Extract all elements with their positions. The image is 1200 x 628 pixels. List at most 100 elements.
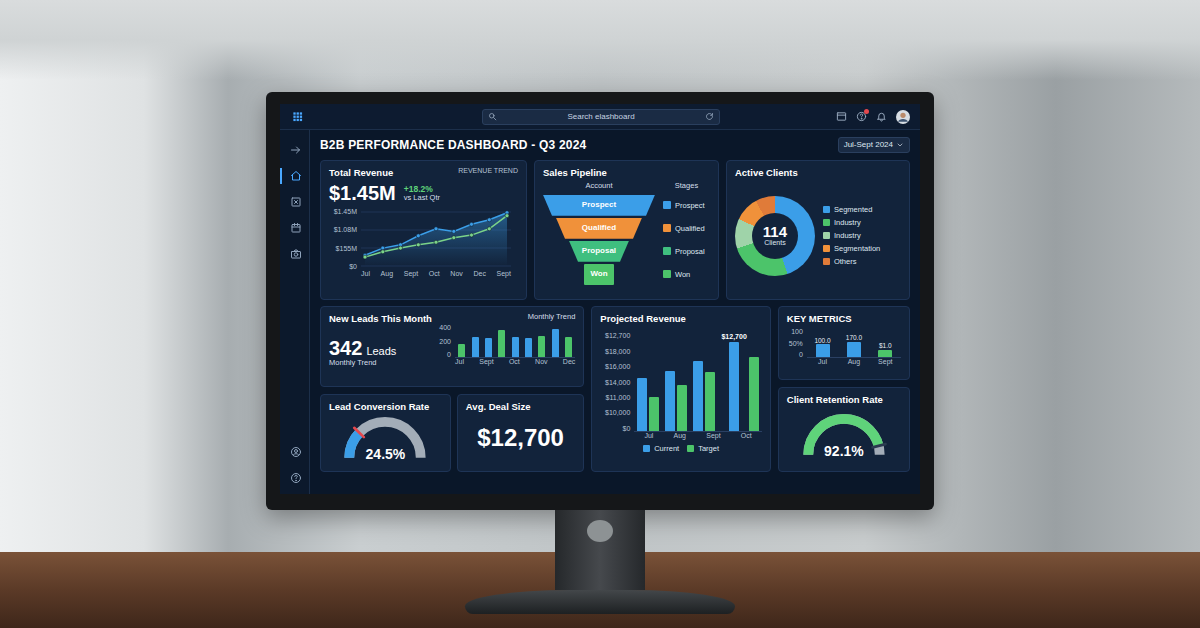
deal-card: Avg. Deal Size$12,700 xyxy=(457,394,584,472)
bar xyxy=(538,336,545,357)
bar-area: $12,700 xyxy=(634,332,762,432)
bell-button[interactable] xyxy=(876,111,887,122)
search-box[interactable] xyxy=(482,109,720,125)
y-tick: 400 xyxy=(439,324,451,332)
dashboard-screen: B2B PERFORMANCE DASHBOARD - Q3 2024Jul-S… xyxy=(280,104,920,494)
donut-chart: 114Clients xyxy=(735,196,815,276)
legend-item: Proposal xyxy=(663,241,705,262)
y-axis: 4002000 xyxy=(437,324,451,358)
top-row: Total RevenueREVENUE TREND$1.45M+18.2%vs… xyxy=(320,160,910,300)
y-tick: $12,700 xyxy=(605,332,630,340)
bar-column xyxy=(693,361,703,432)
sidebar-item[interactable] xyxy=(280,220,310,236)
y-tick: $11,000 xyxy=(606,394,631,402)
bar-area xyxy=(455,324,575,358)
search-input[interactable] xyxy=(501,111,701,123)
y-tick: $0 xyxy=(349,263,357,271)
card-title: Sales Pipeline xyxy=(543,167,710,178)
date-range-dropdown[interactable]: Jul-Sept 2024 xyxy=(838,137,910,153)
legend-label: Industry xyxy=(834,218,861,227)
sidebar-item[interactable] xyxy=(280,194,310,210)
leads-value-row: 342Leads xyxy=(329,337,429,360)
card-header: Total Revenue REVENUE TREND xyxy=(329,167,518,178)
legend-swatch xyxy=(663,270,671,278)
bar xyxy=(693,361,703,432)
top-bar-left xyxy=(292,111,482,122)
lower-rows: New Leads This MonthMonthly Trend342Lead… xyxy=(320,306,910,472)
legend-swatch xyxy=(823,219,830,226)
y-tick: $10,000 xyxy=(605,409,630,417)
top-bar xyxy=(280,104,920,130)
leads-body: 342LeadsMonthly Trend4002000JulSeptOctNo… xyxy=(329,324,575,379)
sidebar-item[interactable] xyxy=(280,142,310,158)
data-point xyxy=(416,243,420,247)
window-button[interactable] xyxy=(836,111,847,122)
x-tick: Aug xyxy=(381,270,393,278)
bar-column xyxy=(749,357,759,432)
bar-column: $1.0 xyxy=(872,342,898,357)
gauge-value: 24.5% xyxy=(366,447,406,463)
data-point xyxy=(363,255,367,259)
data-point xyxy=(416,234,420,238)
client-count: 114 xyxy=(763,224,787,239)
legend-swatch xyxy=(687,445,694,452)
legend-item: Current xyxy=(643,444,679,453)
bar xyxy=(816,344,830,357)
legend-label: Proposal xyxy=(675,246,705,257)
bar xyxy=(485,338,492,358)
data-point xyxy=(470,233,474,237)
bar xyxy=(552,329,559,358)
help-button[interactable] xyxy=(856,111,867,122)
sidebar-item[interactable] xyxy=(280,470,310,486)
card-title: Total Revenue xyxy=(329,167,393,178)
apps-grid-icon xyxy=(292,111,303,122)
projected-card: Projected Revenue$12,700$18,000$16,000$1… xyxy=(591,306,771,472)
leads-summary: 342LeadsMonthly Trend xyxy=(329,324,429,379)
main-area: B2B PERFORMANCE DASHBOARD - Q3 2024Jul-S… xyxy=(310,130,920,494)
legend-label: Won xyxy=(675,269,690,280)
sidebar-item[interactable] xyxy=(280,444,310,460)
monitor-base xyxy=(465,590,735,614)
refresh-button[interactable] xyxy=(705,112,714,121)
card-title: KEY METRICS xyxy=(787,313,901,324)
bar-callout: $12,700 xyxy=(721,333,746,341)
x-tick: Oct xyxy=(509,358,520,366)
y-tick: $16,000 xyxy=(605,363,630,371)
bar xyxy=(637,378,647,432)
sidebar-item[interactable] xyxy=(280,246,310,262)
user-avatar[interactable] xyxy=(896,110,910,124)
x-axis: JulSeptOctNovDec xyxy=(455,358,575,366)
bar-value: $1.0 xyxy=(879,342,892,350)
legend-item: Won xyxy=(663,264,705,285)
funnel: ProspectQualifiedProposalWon xyxy=(543,195,655,285)
avatar-icon xyxy=(896,110,910,124)
gauge-row: Lead Conversion Rate24.5% Avg. Deal Size… xyxy=(320,394,584,472)
trend-label: REVENUE TREND xyxy=(458,167,518,175)
legend-item: Target xyxy=(687,444,719,453)
bar-column: $12,700 xyxy=(721,333,746,431)
search-icon xyxy=(488,112,497,121)
legend-item: Industry xyxy=(823,218,880,227)
sidebar-item[interactable] xyxy=(280,168,310,184)
y-tick: 0 xyxy=(799,351,803,359)
bell-icon xyxy=(876,111,887,122)
legend-item: Segmented xyxy=(823,205,880,214)
y-tick: $1.08M xyxy=(334,226,357,234)
data-point xyxy=(434,227,438,231)
x-tick: Sept xyxy=(706,432,720,440)
funnel-legend: ProspectQualifiedProposalWon xyxy=(663,195,705,285)
legend-swatch xyxy=(643,445,650,452)
y-axis: 10050%0 xyxy=(787,328,803,358)
card-title: Active Clients xyxy=(735,167,901,178)
x-tick: Nov xyxy=(535,358,547,366)
revenue-chart: $1.45M$1.08M$155M$0 xyxy=(329,208,518,270)
legend-swatch xyxy=(823,206,830,213)
change-block: +18.2%vs Last Qtr xyxy=(404,185,440,203)
bar xyxy=(565,337,572,357)
bar xyxy=(847,342,861,358)
apps-button[interactable] xyxy=(292,111,303,122)
y-tick: 200 xyxy=(439,338,451,346)
legend-label: Current xyxy=(654,444,679,453)
data-point xyxy=(434,241,438,245)
bar-group xyxy=(637,378,659,432)
